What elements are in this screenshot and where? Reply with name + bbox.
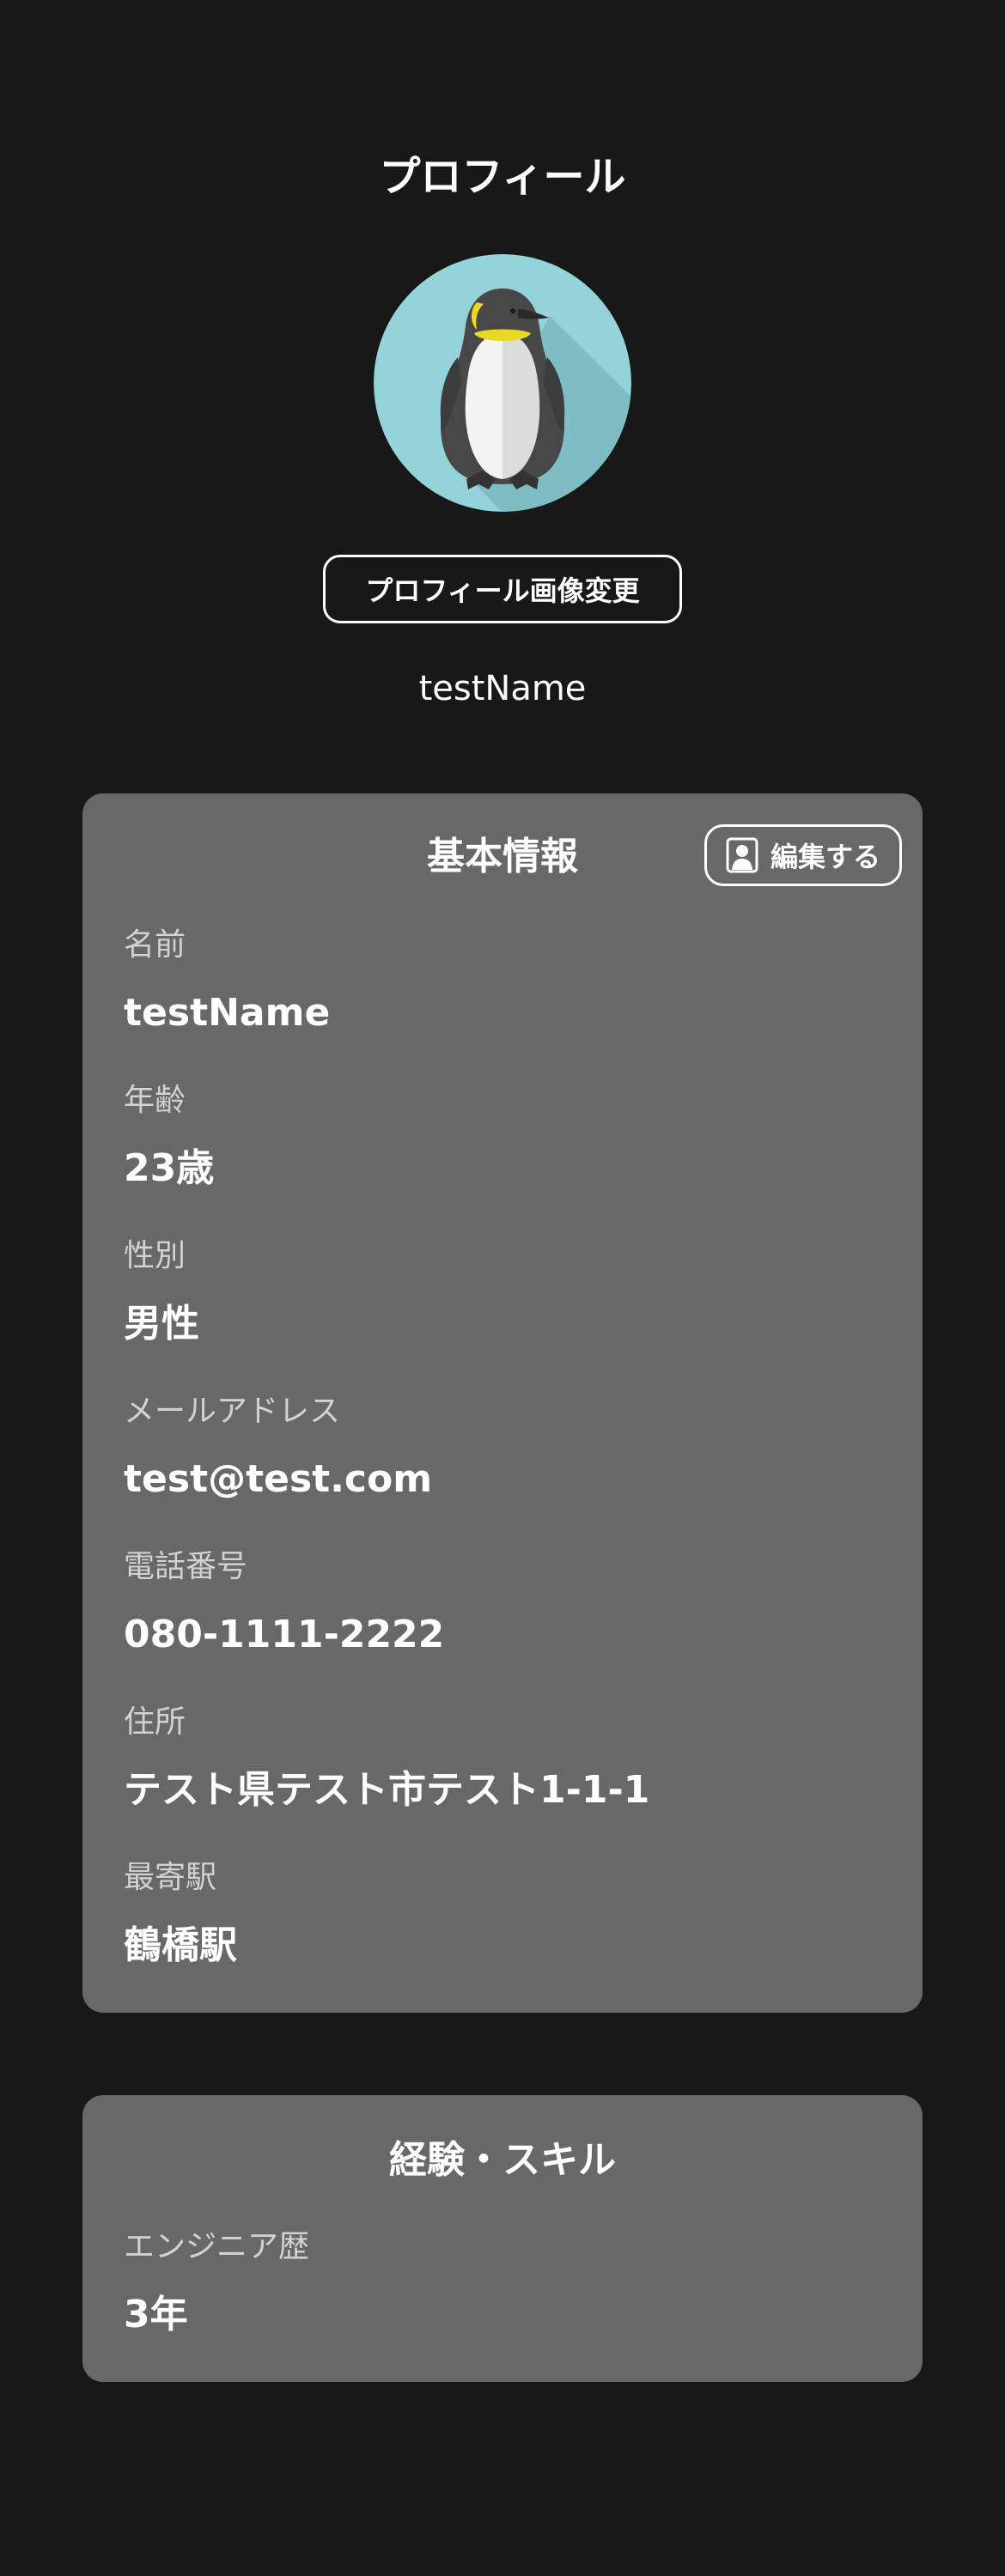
display-name: testName — [418, 669, 587, 708]
field-nearest-station: 最寄駅 鶴橋駅 — [124, 1856, 880, 1971]
field-value: testName — [124, 991, 331, 1035]
field-value: テスト県テスト市テスト1-1-1 — [124, 1768, 650, 1812]
edit-button-label: 編集する — [770, 841, 880, 873]
field-value: 23歳 — [124, 1146, 215, 1190]
field-address: 住所 テスト県テスト市テスト1-1-1 — [124, 1701, 880, 1816]
field-label: 電話番号 — [124, 1549, 248, 1584]
skills-title: 経験・スキル — [389, 2138, 616, 2182]
field-value: 男性 — [124, 1302, 199, 1346]
field-label: 住所 — [124, 1704, 186, 1740]
field-label: 年齢 — [124, 1083, 186, 1118]
field-label: メールアドレス — [124, 1394, 341, 1429]
field-value: 080-1111-2222 — [124, 1613, 445, 1656]
field-engineer-years: エンジニア歴 3年 — [124, 2226, 880, 2341]
change-profile-image-button[interactable]: プロフィール画像変更 — [323, 555, 682, 623]
penguin-avatar-icon — [374, 254, 631, 512]
field-label: エンジニア歴 — [124, 2229, 310, 2264]
field-value: test@test.com — [124, 1457, 433, 1501]
avatar — [374, 254, 631, 512]
field-label: 性別 — [124, 1238, 186, 1273]
skills-card: 経験・スキル エンジニア歴 3年 — [82, 2095, 923, 2382]
profile-page: プロフィール プロフィール画像変更 testName 基本情報 編集する 名前 … — [0, 0, 1005, 2576]
field-label: 最寄駅 — [124, 1860, 217, 1895]
field-age: 年齢 23歳 — [124, 1079, 880, 1194]
edit-button[interactable]: 編集する — [704, 824, 902, 886]
person-icon — [726, 837, 758, 873]
basic-info-card: 基本情報 編集する 名前 testName 年齢 23歳 性別 男性 メールアド… — [82, 793, 923, 2013]
field-label: 名前 — [124, 927, 186, 963]
field-email: メールアドレス test@test.com — [124, 1390, 880, 1505]
field-value: 3年 — [124, 2293, 188, 2336]
field-name: 名前 testName — [124, 924, 880, 1039]
page-title: プロフィール — [379, 153, 626, 201]
field-value: 鶴橋駅 — [124, 1923, 237, 1967]
field-gender: 性別 男性 — [124, 1235, 880, 1350]
field-phone: 電話番号 080-1111-2222 — [124, 1546, 880, 1661]
